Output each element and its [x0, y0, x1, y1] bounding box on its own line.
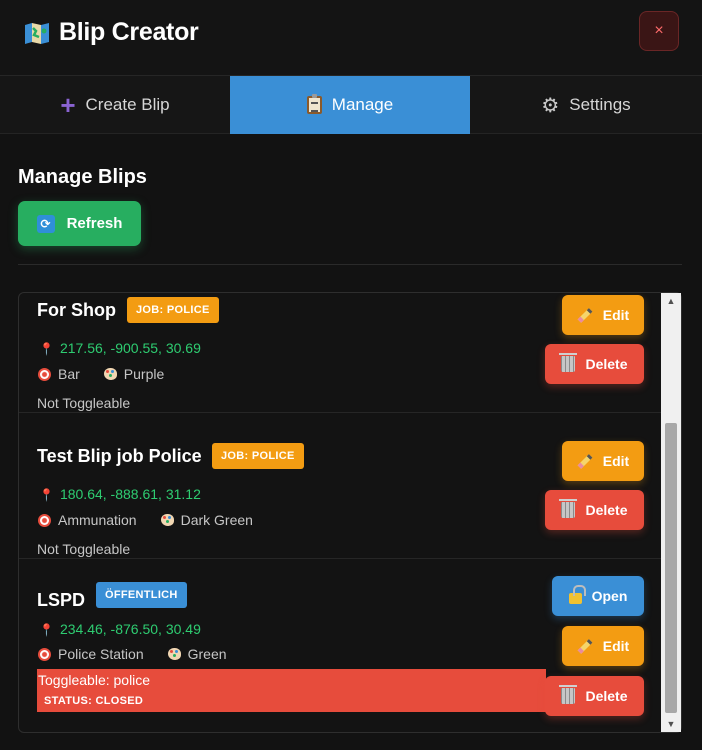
pin-icon: 📍: [39, 623, 54, 637]
blip-coords: 📍 234.46, -876.50, 30.49: [39, 621, 201, 637]
app-header: Blip Creator ×: [0, 0, 702, 76]
clipboard-icon: [306, 94, 322, 114]
public-badge: ÖFFENTLICH: [96, 582, 187, 608]
trash-icon: [559, 499, 578, 518]
coords-text: 234.46, -876.50, 30.49: [59, 621, 201, 637]
blip-coords: 📍 180.64, -888.61, 31.12: [39, 486, 201, 502]
edit-label: Edit: [602, 307, 630, 323]
blip-color: Purple: [123, 366, 165, 382]
delete-label: Delete: [585, 688, 628, 704]
refresh-button[interactable]: ⟳ Refresh: [18, 201, 141, 246]
tab-label: Manage: [331, 95, 394, 114]
palette-icon: [167, 648, 181, 660]
coords-text: 180.64, -888.61, 31.12: [59, 486, 201, 502]
delete-button[interactable]: Delete: [545, 490, 644, 530]
target-icon: [38, 367, 51, 381]
blip-name: LSPD: [37, 590, 86, 610]
blip-card: Test Blip job Police JOB: POLICE 📍 180.64…: [19, 413, 662, 559]
status-banner: Toggleable: police STATUS: CLOSED: [37, 669, 546, 712]
blip-color: Dark Green: [180, 512, 253, 528]
toggle-status: Not Toggleable: [37, 395, 131, 411]
pencil-icon: [577, 453, 593, 469]
job-badge: JOB: POLICE: [127, 297, 219, 323]
open-button[interactable]: Open: [552, 576, 644, 616]
toggle-status: Not Toggleable: [37, 541, 131, 557]
edit-button[interactable]: Edit: [562, 626, 644, 666]
tab-label: Create Blip: [85, 95, 170, 114]
trash-icon: [559, 685, 578, 704]
app-title: Blip Creator: [59, 18, 199, 46]
delete-button[interactable]: Delete: [545, 676, 644, 716]
blip-card: For Shop JOB: POLICE 📍 217.56, -900.55, 3…: [19, 293, 662, 413]
edit-button[interactable]: Edit: [562, 441, 644, 481]
map-icon: [25, 23, 49, 44]
edit-label: Edit: [602, 453, 630, 469]
palette-icon: [103, 368, 117, 380]
list-scrollbar[interactable]: ▲ ▼: [661, 293, 681, 732]
blip-meta: Ammunation Dark Green: [38, 512, 253, 528]
blip-coords: 📍 217.56, -900.55, 30.69: [39, 340, 201, 356]
pin-icon: 📍: [39, 488, 54, 502]
target-icon: [38, 647, 51, 661]
blip-list[interactable]: For Shop JOB: POLICE 📍 217.56, -900.55, 3…: [18, 292, 682, 733]
blip-sprite: Ammunation: [58, 512, 137, 528]
open-label: Open: [591, 588, 628, 604]
blip-name: For Shop: [37, 300, 116, 320]
job-badge: JOB: POLICE: [212, 443, 304, 469]
pencil-icon: [577, 638, 593, 654]
blip-color: Green: [187, 646, 227, 662]
refresh-label: Refresh: [66, 215, 123, 232]
tab-bar: + Create Blip Manage ⚙ Settings: [0, 76, 702, 134]
scroll-down-arrow-icon[interactable]: ▼: [661, 716, 681, 732]
status-label: STATUS: CLOSED: [44, 695, 144, 707]
divider: [18, 264, 682, 265]
delete-label: Delete: [585, 356, 628, 372]
blip-name: Test Blip job Police: [37, 446, 202, 466]
toggle-status: Toggleable: police: [38, 672, 151, 688]
blip-sprite: Police Station: [58, 646, 144, 662]
close-button[interactable]: ×: [639, 11, 679, 51]
target-icon: [38, 513, 51, 527]
plus-icon: +: [60, 90, 76, 120]
tab-label: Settings: [569, 95, 631, 114]
tab-create-blip[interactable]: + Create Blip: [0, 76, 230, 134]
blip-card: LSPD ÖFFENTLICH 📍 234.46, -876.50, 30.49 …: [19, 559, 662, 732]
scrollbar-thumb[interactable]: [665, 423, 677, 713]
gear-icon: ⚙: [541, 94, 560, 117]
palette-icon: [160, 514, 174, 526]
trash-icon: [559, 353, 578, 372]
coords-text: 217.56, -900.55, 30.69: [59, 340, 201, 356]
scroll-up-arrow-icon[interactable]: ▲: [661, 293, 681, 309]
unlock-icon: [568, 585, 586, 604]
pencil-icon: [577, 307, 593, 323]
edit-button[interactable]: Edit: [562, 295, 644, 335]
tab-settings[interactable]: ⚙ Settings: [470, 76, 702, 134]
blip-meta: Police Station Green: [38, 646, 227, 662]
delete-label: Delete: [585, 502, 628, 518]
delete-button[interactable]: Delete: [545, 344, 644, 384]
refresh-icon: ⟳: [36, 214, 55, 233]
pin-icon: 📍: [39, 342, 54, 356]
blip-meta: Bar Purple: [38, 366, 164, 382]
edit-label: Edit: [602, 638, 630, 654]
blip-sprite: Bar: [58, 366, 80, 382]
tab-manage[interactable]: Manage: [230, 76, 470, 134]
page-title: Manage Blips: [18, 166, 147, 188]
